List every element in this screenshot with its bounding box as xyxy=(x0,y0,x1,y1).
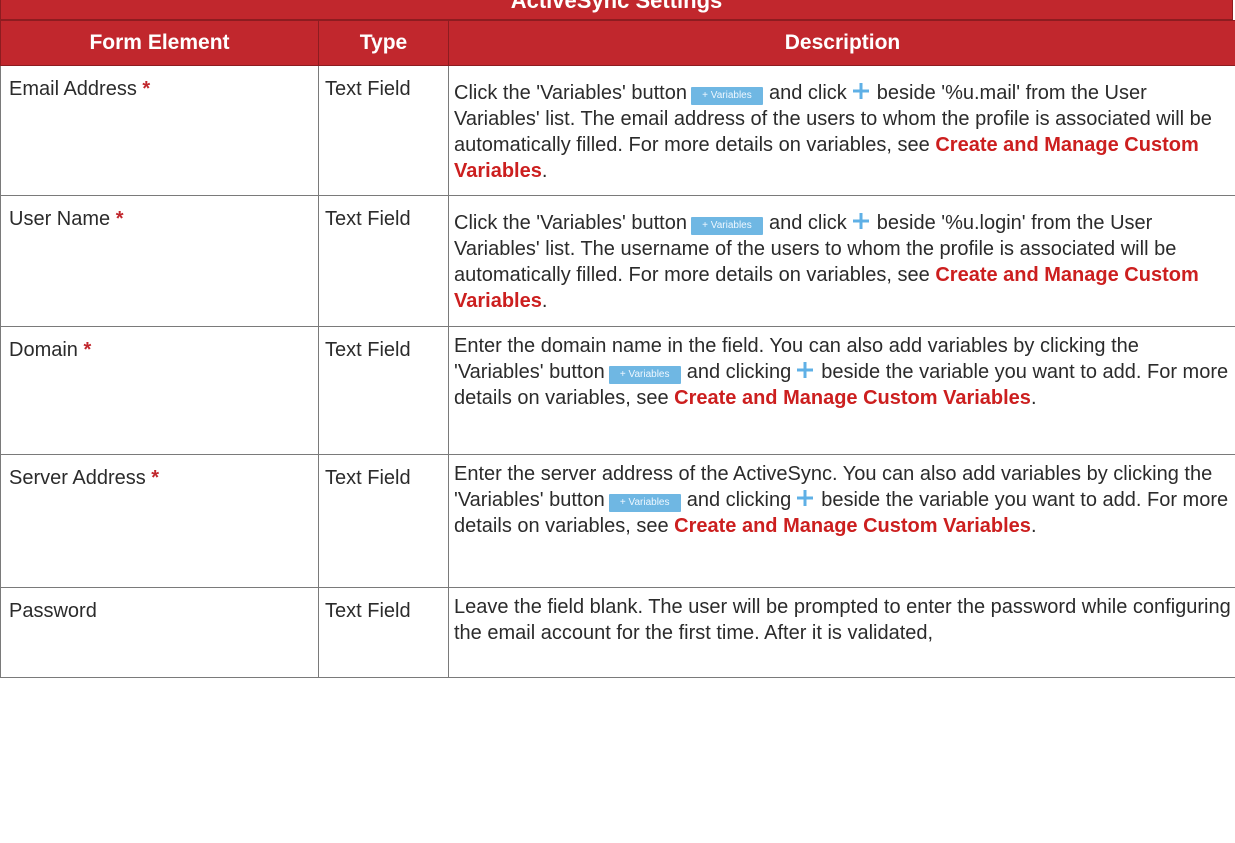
type-cell: Text Field xyxy=(318,65,449,196)
form-element-cell: User Name * xyxy=(0,195,319,327)
description-cell: Enter the server address of the ActiveSy… xyxy=(448,454,1235,588)
table-row: Server Address * Text Field Enter the se… xyxy=(0,454,1235,588)
description-text: and click xyxy=(768,82,847,104)
required-marker: * xyxy=(142,78,151,100)
description-text: Click the 'Variables' button xyxy=(454,212,687,234)
type-cell: Text Field xyxy=(318,326,449,455)
custom-variables-link[interactable]: Create and Manage Custom Variables xyxy=(674,515,1031,537)
variables-button-image: + Variables xyxy=(690,217,763,235)
description-end: . xyxy=(541,160,548,182)
type-cell: Text Field xyxy=(318,195,449,327)
plus-icon xyxy=(852,83,869,99)
column-header-type: Type xyxy=(318,20,449,66)
table-row: Email Address * Text Field Click the 'Va… xyxy=(0,65,1235,196)
description-text: and clicking xyxy=(686,489,792,511)
form-element-cell: Domain * xyxy=(0,326,319,455)
required-marker: * xyxy=(83,339,92,361)
variables-button-image: + Variables xyxy=(608,494,681,512)
form-element-cell: Email Address * xyxy=(0,65,319,196)
form-element-name: User Name xyxy=(9,208,111,230)
form-element-name: Password xyxy=(9,600,97,622)
description-text: and clicking xyxy=(686,361,792,383)
description-text: Click the 'Variables' button xyxy=(454,82,687,104)
description-cell: Enter the domain name in the field. You … xyxy=(448,326,1235,455)
variables-button-image: + Variables xyxy=(608,366,681,384)
column-header-description: Description xyxy=(448,20,1235,66)
table-row: Domain * Text Field Enter the domain nam… xyxy=(0,326,1235,455)
table-row: User Name * Text Field Click the 'Variab… xyxy=(0,195,1235,327)
plus-icon xyxy=(797,362,814,378)
description-end: . xyxy=(541,290,548,312)
description-text: and click xyxy=(768,212,847,234)
form-element-cell: Password xyxy=(0,587,319,678)
description-text: Leave the field blank. The user will be … xyxy=(454,596,1231,644)
type-cell: Text Field xyxy=(318,587,449,678)
required-marker: * xyxy=(151,467,160,489)
table-title: ActiveSync Settings xyxy=(0,0,1233,20)
column-header-form-element: Form Element xyxy=(0,20,319,66)
description-end: . xyxy=(1030,515,1037,537)
description-cell: Click the 'Variables' button + Variables a… xyxy=(448,65,1235,196)
type-cell: Text Field xyxy=(318,454,449,588)
form-element-name: Domain xyxy=(9,339,78,361)
table-row: Password Text Field Leave the field blan… xyxy=(0,587,1235,678)
variables-button-image: + Variables xyxy=(690,87,763,105)
plus-icon xyxy=(852,213,869,229)
custom-variables-link[interactable]: Create and Manage Custom Variables xyxy=(674,387,1031,409)
description-end: . xyxy=(1030,387,1037,409)
description-cell: Leave the field blank. The user will be … xyxy=(448,587,1235,678)
form-element-name: Email Address xyxy=(9,78,137,100)
form-element-name: Server Address xyxy=(9,467,146,489)
required-marker: * xyxy=(115,208,124,230)
form-element-cell: Server Address * xyxy=(0,454,319,588)
plus-icon xyxy=(797,490,814,506)
description-cell: Click the 'Variables' button + Variables a… xyxy=(448,195,1235,327)
settings-table: Form Element Type Description Email Addr… xyxy=(0,20,1235,678)
table-header-row: Form Element Type Description xyxy=(0,20,1235,66)
